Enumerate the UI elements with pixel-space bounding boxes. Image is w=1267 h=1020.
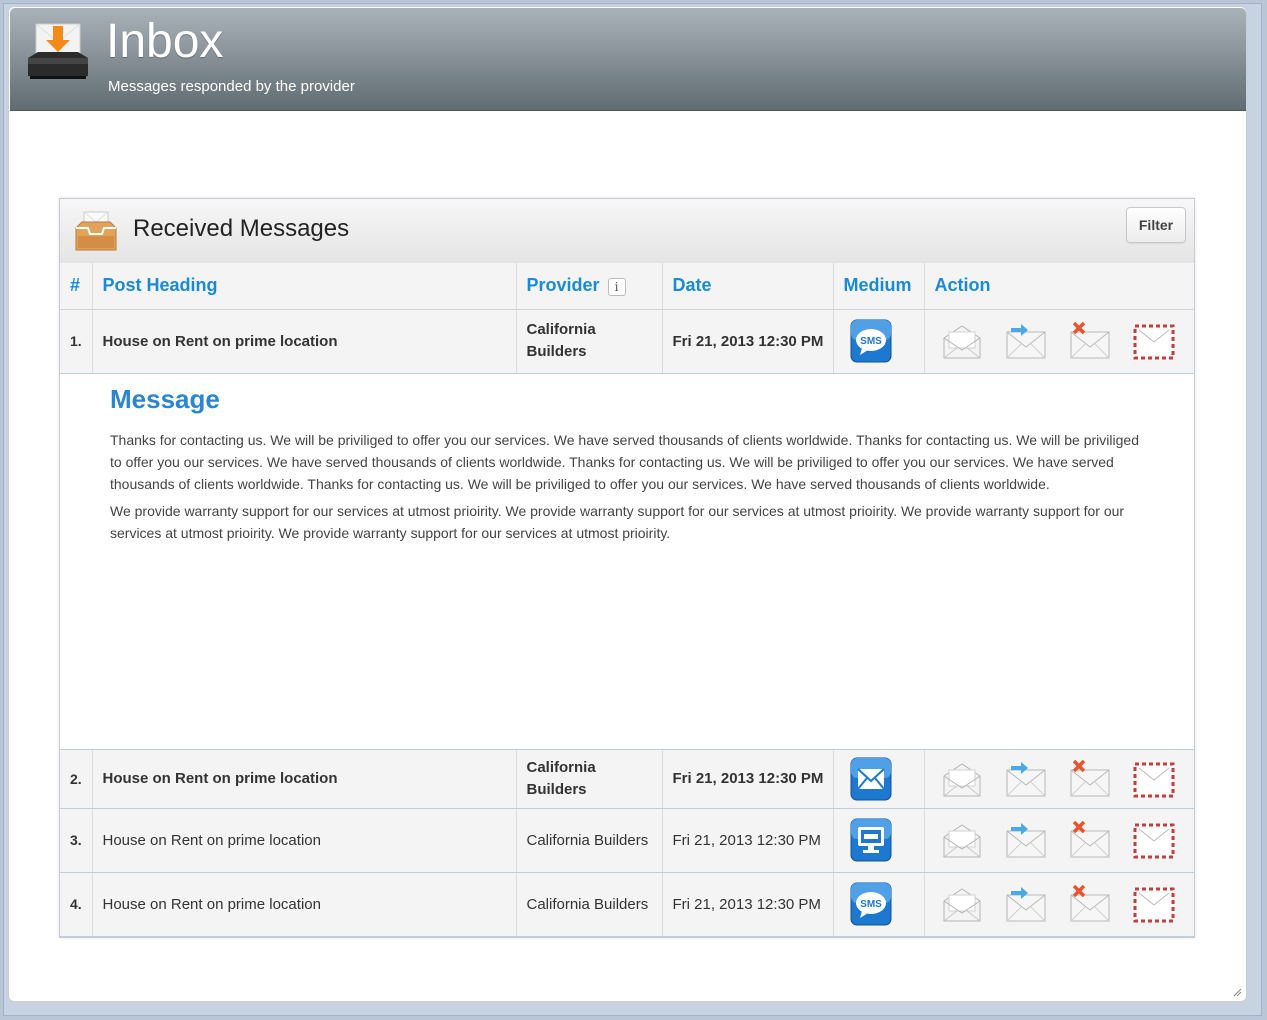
message-cell: Message Thanks for contacting us. We wil… bbox=[60, 373, 1194, 750]
row-date: Fri 21, 2013 12:30 PM bbox=[662, 872, 834, 937]
row-heading[interactable]: House on Rent on prime location bbox=[92, 309, 517, 374]
web-icon bbox=[850, 818, 891, 862]
delete-mail-icon[interactable] bbox=[1069, 819, 1111, 861]
inbox-tray-icon bbox=[75, 211, 117, 251]
column-date[interactable]: Date bbox=[662, 263, 834, 310]
row-medium: SMS bbox=[833, 872, 925, 937]
row-heading[interactable]: House on Rent on prime location bbox=[92, 808, 517, 873]
table-row[interactable]: 2. House on Rent on prime location Calif… bbox=[60, 749, 1194, 809]
column-post-heading-label: Post Heading bbox=[102, 275, 218, 296]
table-row[interactable]: 4. House on Rent on prime location Calif… bbox=[60, 872, 1194, 937]
row-actions bbox=[924, 872, 1194, 937]
open-mail-icon[interactable] bbox=[941, 883, 983, 925]
row-provider: California Builders bbox=[516, 749, 663, 809]
resize-grip-icon[interactable] bbox=[1232, 987, 1242, 997]
row-number: 1. bbox=[60, 309, 93, 374]
received-messages-panel: Received Messages Filter # Post Heading … bbox=[59, 198, 1195, 938]
row-provider: California Builders bbox=[516, 808, 663, 873]
messages-table: # Post Heading Provider i Date Medium Act… bbox=[60, 263, 1194, 937]
delete-mail-icon[interactable] bbox=[1069, 758, 1111, 800]
table-header-row: # Post Heading Provider i Date Medium Act… bbox=[60, 263, 1194, 310]
sms-icon: SMS bbox=[850, 882, 891, 926]
open-mail-icon[interactable] bbox=[941, 819, 983, 861]
open-mail-icon[interactable] bbox=[941, 758, 983, 800]
row-medium bbox=[833, 808, 925, 873]
message-row: Message Thanks for contacting us. We wil… bbox=[60, 373, 1194, 750]
page-subtitle: Messages responded by the provider bbox=[108, 78, 355, 95]
info-icon[interactable]: i bbox=[607, 277, 626, 296]
delete-mail-icon[interactable] bbox=[1069, 883, 1111, 925]
page-header: Inbox Messages responded by the provider bbox=[10, 8, 1246, 111]
page-title: Inbox bbox=[106, 15, 224, 68]
svg-text:SMS: SMS bbox=[860, 336, 882, 347]
row-medium: SMS bbox=[833, 309, 925, 374]
row-number: 4. bbox=[60, 872, 93, 937]
airmail-icon[interactable] bbox=[1133, 819, 1175, 861]
column-medium: Medium bbox=[833, 263, 925, 310]
forward-mail-icon[interactable] bbox=[1005, 819, 1047, 861]
column-date-label: Date bbox=[672, 275, 712, 296]
message-body: Message Thanks for contacting us. We wil… bbox=[60, 374, 1194, 749]
row-number: 3. bbox=[60, 808, 93, 873]
app-window: Inbox Messages responded by the provider… bbox=[8, 6, 1247, 1002]
row-date: Fri 21, 2013 12:30 PM bbox=[662, 808, 834, 873]
row-heading[interactable]: House on Rent on prime location bbox=[92, 749, 517, 809]
inbox-download-icon bbox=[28, 23, 88, 79]
filter-button[interactable]: Filter bbox=[1126, 207, 1186, 243]
row-provider: California Builders bbox=[516, 872, 663, 937]
forward-mail-icon[interactable] bbox=[1005, 758, 1047, 800]
sms-icon: SMS bbox=[850, 319, 891, 363]
row-number: 2. bbox=[60, 749, 93, 809]
table-row[interactable]: 1. House on Rent on prime location Calif… bbox=[60, 309, 1194, 374]
delete-mail-icon[interactable] bbox=[1069, 320, 1111, 362]
message-title: Message bbox=[110, 383, 220, 414]
column-number: # bbox=[60, 263, 93, 310]
column-provider-label: Provider bbox=[526, 275, 600, 296]
row-actions bbox=[924, 309, 1194, 374]
column-action: Action bbox=[924, 263, 1194, 310]
column-post-heading[interactable]: Post Heading bbox=[92, 263, 517, 310]
row-heading[interactable]: House on Rent on prime location bbox=[92, 872, 517, 937]
airmail-icon[interactable] bbox=[1133, 758, 1175, 800]
open-mail-icon[interactable] bbox=[941, 320, 983, 362]
row-actions bbox=[924, 749, 1194, 809]
panel-title: Received Messages bbox=[133, 215, 350, 242]
column-action-label: Action bbox=[934, 275, 991, 296]
message-paragraph: We provide warranty support for our serv… bbox=[110, 502, 1125, 541]
row-date: Fri 21, 2013 12:30 PM bbox=[662, 309, 834, 374]
message-paragraph: Thanks for contacting us. We will be pri… bbox=[110, 431, 1139, 492]
row-date: Fri 21, 2013 12:30 PM bbox=[662, 749, 834, 809]
forward-mail-icon[interactable] bbox=[1005, 883, 1047, 925]
column-medium-label: Medium bbox=[843, 275, 912, 296]
email-icon bbox=[850, 757, 891, 800]
forward-mail-icon[interactable] bbox=[1005, 320, 1047, 362]
column-provider[interactable]: Provider i bbox=[516, 263, 663, 310]
row-provider-text: California Builders bbox=[526, 321, 596, 360]
airmail-icon[interactable] bbox=[1133, 883, 1175, 925]
row-provider: California Builders bbox=[516, 309, 663, 374]
airmail-icon[interactable] bbox=[1133, 320, 1175, 362]
panel-header: Received Messages Filter bbox=[60, 199, 1194, 264]
row-actions bbox=[924, 808, 1194, 873]
table-row[interactable]: 3. House on Rent on prime location Calif… bbox=[60, 808, 1194, 873]
svg-text:SMS: SMS bbox=[860, 899, 882, 910]
row-medium bbox=[833, 749, 925, 809]
row-provider-text: California Builders bbox=[526, 758, 596, 798]
